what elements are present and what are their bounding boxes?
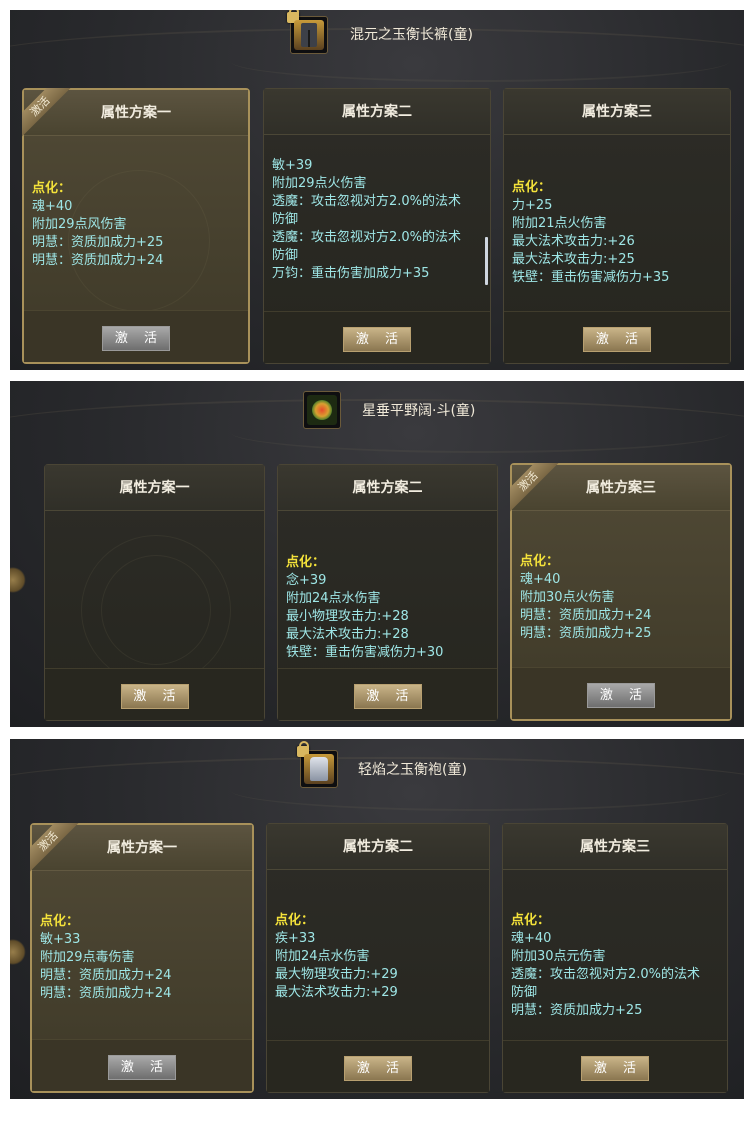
attribute-list: 点化： 魂+40 附加29点风伤害 明慧：资质加成力+25 明慧：资质加成力+2… bbox=[32, 181, 164, 268]
activate-button[interactable]: 激 活 bbox=[108, 1055, 176, 1080]
activate-button[interactable]: 激 活 bbox=[120, 684, 189, 709]
card-header: 属性方案二 bbox=[267, 824, 489, 870]
card-header: 属性方案二 bbox=[264, 89, 490, 135]
activate-button[interactable]: 激 活 bbox=[581, 1056, 649, 1081]
attribute-plan-card-1[interactable]: 属性方案一 激 活 bbox=[44, 464, 265, 721]
item-title: 星垂平野阔·斗(童) bbox=[362, 403, 476, 419]
card-header: 属性方案二 bbox=[278, 465, 497, 511]
item-title: 混元之玉衡长裤(童) bbox=[350, 27, 473, 43]
attribute-plan-card-3[interactable]: 属性方案三 点化： 魂+40 附加30点元伤害 透魔：攻击忽视对方2.0%的法术… bbox=[502, 823, 728, 1093]
attribute-plan-card-1[interactable]: 属性方案一 激活 点化： 魂+40 附加29点风伤害 明慧：资质加成力+25 明… bbox=[22, 88, 250, 364]
card-header: 属性方案三 bbox=[504, 89, 730, 135]
card-header: 属性方案一 bbox=[45, 465, 264, 511]
activate-button[interactable]: 激 活 bbox=[343, 327, 411, 352]
activate-button[interactable]: 激 活 bbox=[353, 684, 422, 709]
item-title: 轻焰之玉衡袍(童) bbox=[358, 762, 467, 778]
attribute-plan-card-1[interactable]: 属性方案一 激活 点化： 敏+33 附加29点毒伤害 明慧：资质加成力+24 明… bbox=[30, 823, 254, 1093]
item-panel-2: 星垂平野阔·斗(童) 属性方案一 激 活 属性方案二 点化： 念+39 附加24… bbox=[10, 381, 744, 727]
card-header: 属性方案三 bbox=[503, 824, 727, 870]
item-panel-3: 轻焰之玉衡袍(童) 属性方案一 激活 点化： 敏+33 附加29点毒伤害 明慧：… bbox=[10, 739, 744, 1099]
item-panel-1: 混元之玉衡长裤(童) 属性方案一 激活 点化： 魂+40 附加29点风伤害 明慧… bbox=[10, 10, 744, 370]
pants-icon[interactable] bbox=[287, 10, 328, 54]
activate-button[interactable]: 激 活 bbox=[587, 683, 655, 708]
attribute-plan-card-2[interactable]: 属性方案二 点化： 疾+33 附加24点水伤害 最大物理攻击力:+29 最大法术… bbox=[266, 823, 490, 1093]
activate-button[interactable]: 激 活 bbox=[344, 1056, 412, 1081]
attribute-list: 点化： 力+25 附加21点火伤害 最大法术攻击力:+26 最大法术攻击力:+2… bbox=[512, 180, 670, 285]
attribute-list: 点化： 疾+33 附加24点水伤害 最大物理攻击力:+29 最大法术攻击力:+2… bbox=[275, 913, 398, 1000]
attribute-plan-card-3[interactable]: 属性方案三 点化： 力+25 附加21点火伤害 最大法术攻击力:+26 最大法术… bbox=[503, 88, 731, 364]
amulet-icon[interactable] bbox=[303, 391, 341, 429]
scrollbar[interactable] bbox=[485, 237, 488, 285]
activate-button[interactable]: 激 活 bbox=[583, 327, 651, 352]
activate-button[interactable]: 激 活 bbox=[102, 326, 170, 351]
attribute-list: 点化： 魂+40 附加30点火伤害 明慧：资质加成力+24 明慧：资质加成力+2… bbox=[520, 554, 652, 641]
attribute-list: 敏+39 附加29点火伤害 透魔：攻击忽视对方2.0%的法术 防御 透魔：攻击忽… bbox=[272, 158, 462, 281]
attribute-list: 点化： 念+39 附加24点水伤害 最小物理攻击力:+28 最大法术攻击力:+2… bbox=[286, 555, 444, 660]
attribute-list: 点化： 敏+33 附加29点毒伤害 明慧：资质加成力+24 明慧：资质加成力+2… bbox=[40, 914, 172, 1001]
active-badge: 激活 bbox=[30, 823, 82, 875]
attribute-plan-card-3[interactable]: 属性方案三 激活 点化： 魂+40 附加30点火伤害 明慧：资质加成力+24 明… bbox=[510, 463, 732, 721]
robe-icon[interactable] bbox=[297, 741, 338, 788]
attribute-plan-card-2[interactable]: 属性方案二 点化： 念+39 附加24点水伤害 最小物理攻击力:+28 最大法术… bbox=[277, 464, 498, 721]
attribute-plan-card-2[interactable]: 属性方案二 敏+39 附加29点火伤害 透魔：攻击忽视对方2.0%的法术 防御 … bbox=[263, 88, 491, 364]
active-badge: 激活 bbox=[510, 463, 562, 515]
attribute-list: 点化： 魂+40 附加30点元伤害 透魔：攻击忽视对方2.0%的法术 防御 明慧… bbox=[511, 913, 701, 1018]
active-badge: 激活 bbox=[22, 88, 74, 140]
